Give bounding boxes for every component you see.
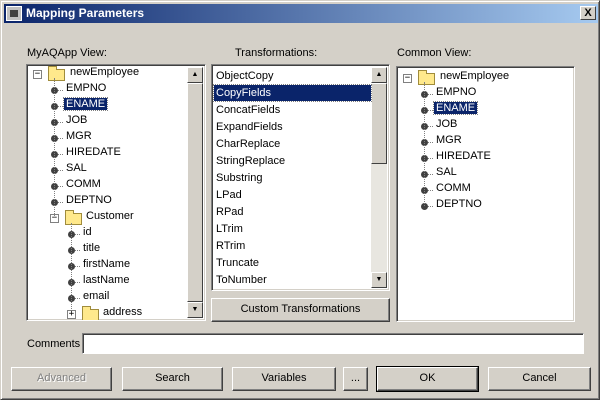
common-view-tree[interactable]: − newEmployee EMPNO ENAME JOB MGR HIREDATE SAL C…	[396, 66, 575, 322]
tree-node-id[interactable]: id	[81, 226, 94, 238]
transformation-item[interactable]: ConcatFields	[214, 102, 371, 118]
scroll-up-button[interactable]: ▲	[187, 67, 203, 83]
scroll-thumb[interactable]	[371, 83, 387, 164]
tree-node-hiredate[interactable]: HIREDATE	[64, 146, 123, 158]
close-button[interactable]: X	[580, 6, 596, 20]
ellipsis-button[interactable]: ...	[343, 367, 368, 391]
tree-node-hiredate[interactable]: HIREDATE	[434, 150, 493, 162]
scroll-thumb[interactable]	[187, 83, 203, 302]
collapse-icon[interactable]: −	[33, 70, 42, 79]
transformation-item[interactable]: Truncate	[214, 255, 371, 271]
tree-node-deptno[interactable]: DEPTNO	[434, 198, 484, 210]
tree-node-firstname[interactable]: firstName	[81, 258, 132, 270]
tree-node-new-employee[interactable]: newEmployee	[68, 66, 141, 78]
tree-node-comm[interactable]: COMM	[64, 178, 103, 190]
mapping-parameters-dialog: Mapping Parameters X MyAQApp View: ▲ ▼ −…	[0, 0, 600, 400]
window-title: Mapping Parameters	[26, 6, 145, 20]
title-bar: Mapping Parameters X	[4, 4, 598, 23]
folder-icon	[65, 210, 82, 225]
scroll-up-button[interactable]: ▲	[371, 67, 387, 83]
advanced-button[interactable]: Advanced	[11, 367, 112, 391]
transformations-scrollbar[interactable]: ▲ ▼	[371, 67, 387, 288]
transformations-list[interactable]: ▲ ▼ ObjectCopy CopyFields ConcatFields Expa…	[211, 64, 390, 291]
comments-label: Comments	[27, 338, 81, 350]
tree-node-comm[interactable]: COMM	[434, 182, 473, 194]
transformation-item[interactable]: StringReplace	[214, 153, 371, 169]
transformation-item[interactable]: CharReplace	[214, 136, 371, 152]
tree-node-job[interactable]: JOB	[434, 118, 459, 130]
tree-node-customer[interactable]: Customer	[84, 210, 136, 222]
cancel-button[interactable]: Cancel	[488, 367, 591, 391]
tree-node-sal[interactable]: SAL	[434, 166, 459, 178]
transformation-item[interactable]: ObjectCopy	[214, 68, 371, 84]
tree-node-sal[interactable]: SAL	[64, 162, 89, 174]
left-tree-scrollbar[interactable]: ▲ ▼	[187, 67, 203, 318]
scroll-down-button[interactable]: ▼	[187, 302, 203, 318]
tree-node-email[interactable]: email	[81, 290, 111, 302]
tree-node-empno[interactable]: EMPNO	[434, 86, 478, 98]
folder-icon	[82, 306, 99, 320]
transformations-label: Transformations:	[235, 47, 318, 59]
tree-connector	[71, 223, 72, 309]
transformation-item[interactable]: Substring	[214, 170, 371, 186]
tree-node-ename[interactable]: ENAME	[62, 97, 109, 111]
folder-icon	[48, 66, 65, 81]
app-icon	[6, 6, 22, 21]
tree-node-new-employee[interactable]: newEmployee	[438, 70, 511, 82]
tree-node-address[interactable]: address	[101, 306, 144, 318]
variables-button[interactable]: Variables	[232, 367, 336, 391]
transformation-item[interactable]: RTrim	[214, 238, 371, 254]
tree-node-lastname[interactable]: lastName	[81, 274, 131, 286]
tree-node-job[interactable]: JOB	[64, 114, 89, 126]
tree-node-mgr[interactable]: MGR	[64, 130, 94, 142]
transformation-item[interactable]: CopyFields	[213, 84, 372, 102]
transformation-item[interactable]: RPad	[214, 204, 371, 220]
collapse-icon[interactable]: −	[403, 74, 412, 83]
tree-node-title[interactable]: title	[81, 242, 102, 254]
myaqapp-view-label: MyAQApp View:	[27, 47, 107, 59]
tree-connector	[54, 78, 55, 218]
ok-button[interactable]: OK	[376, 366, 479, 392]
myaqapp-view-tree[interactable]: ▲ ▼ − newEmployee EMPNO ENAME JOB MGR HIREDATE…	[26, 64, 206, 321]
transformation-item[interactable]: ToNumber	[214, 272, 371, 288]
custom-transformations-button[interactable]: Custom Transformations	[211, 298, 390, 322]
transformation-item[interactable]: ExpandFields	[214, 119, 371, 135]
common-view-label: Common View:	[397, 47, 472, 59]
expand-icon[interactable]: +	[67, 310, 76, 319]
tree-node-mgr[interactable]: MGR	[434, 134, 464, 146]
tree-node-ename[interactable]: ENAME	[432, 101, 479, 115]
tree-node-deptno[interactable]: DEPTNO	[64, 194, 114, 206]
search-button[interactable]: Search	[122, 367, 223, 391]
comments-input[interactable]	[82, 333, 584, 354]
transformation-item[interactable]: LPad	[214, 187, 371, 203]
tree-connector	[424, 82, 425, 206]
tree-node-empno[interactable]: EMPNO	[64, 82, 108, 94]
scroll-down-button[interactable]: ▼	[371, 272, 387, 288]
transformation-item[interactable]: LTrim	[214, 221, 371, 237]
folder-icon	[418, 70, 435, 85]
